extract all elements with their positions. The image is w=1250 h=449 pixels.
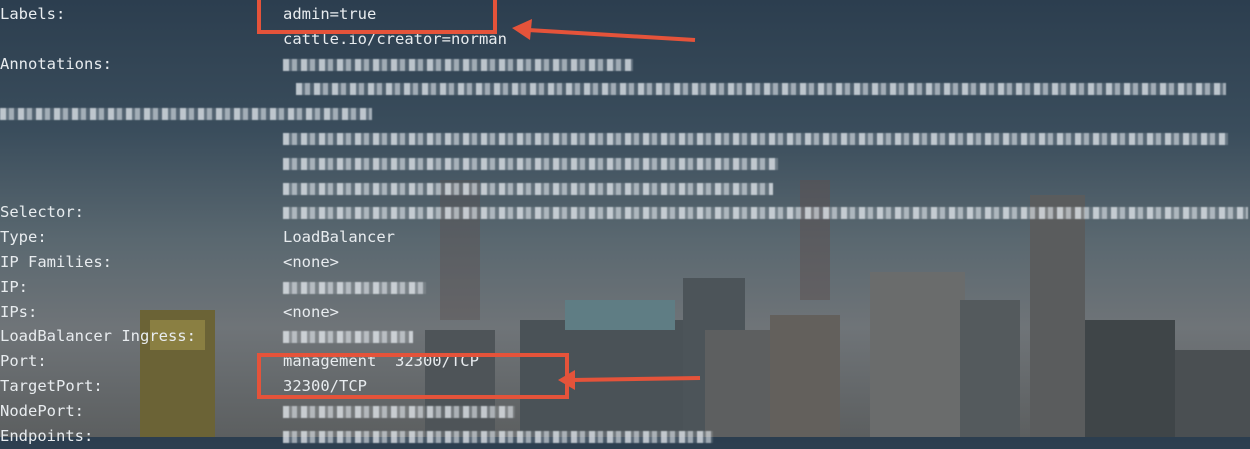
arrow-ports (571, 376, 701, 382)
annotation-overlay (257, 0, 701, 399)
highlight-box-labels (257, 0, 497, 34)
highlight-box-ports (257, 353, 569, 399)
arrow-head-labels (512, 19, 532, 40)
arrow-labels (527, 28, 696, 42)
